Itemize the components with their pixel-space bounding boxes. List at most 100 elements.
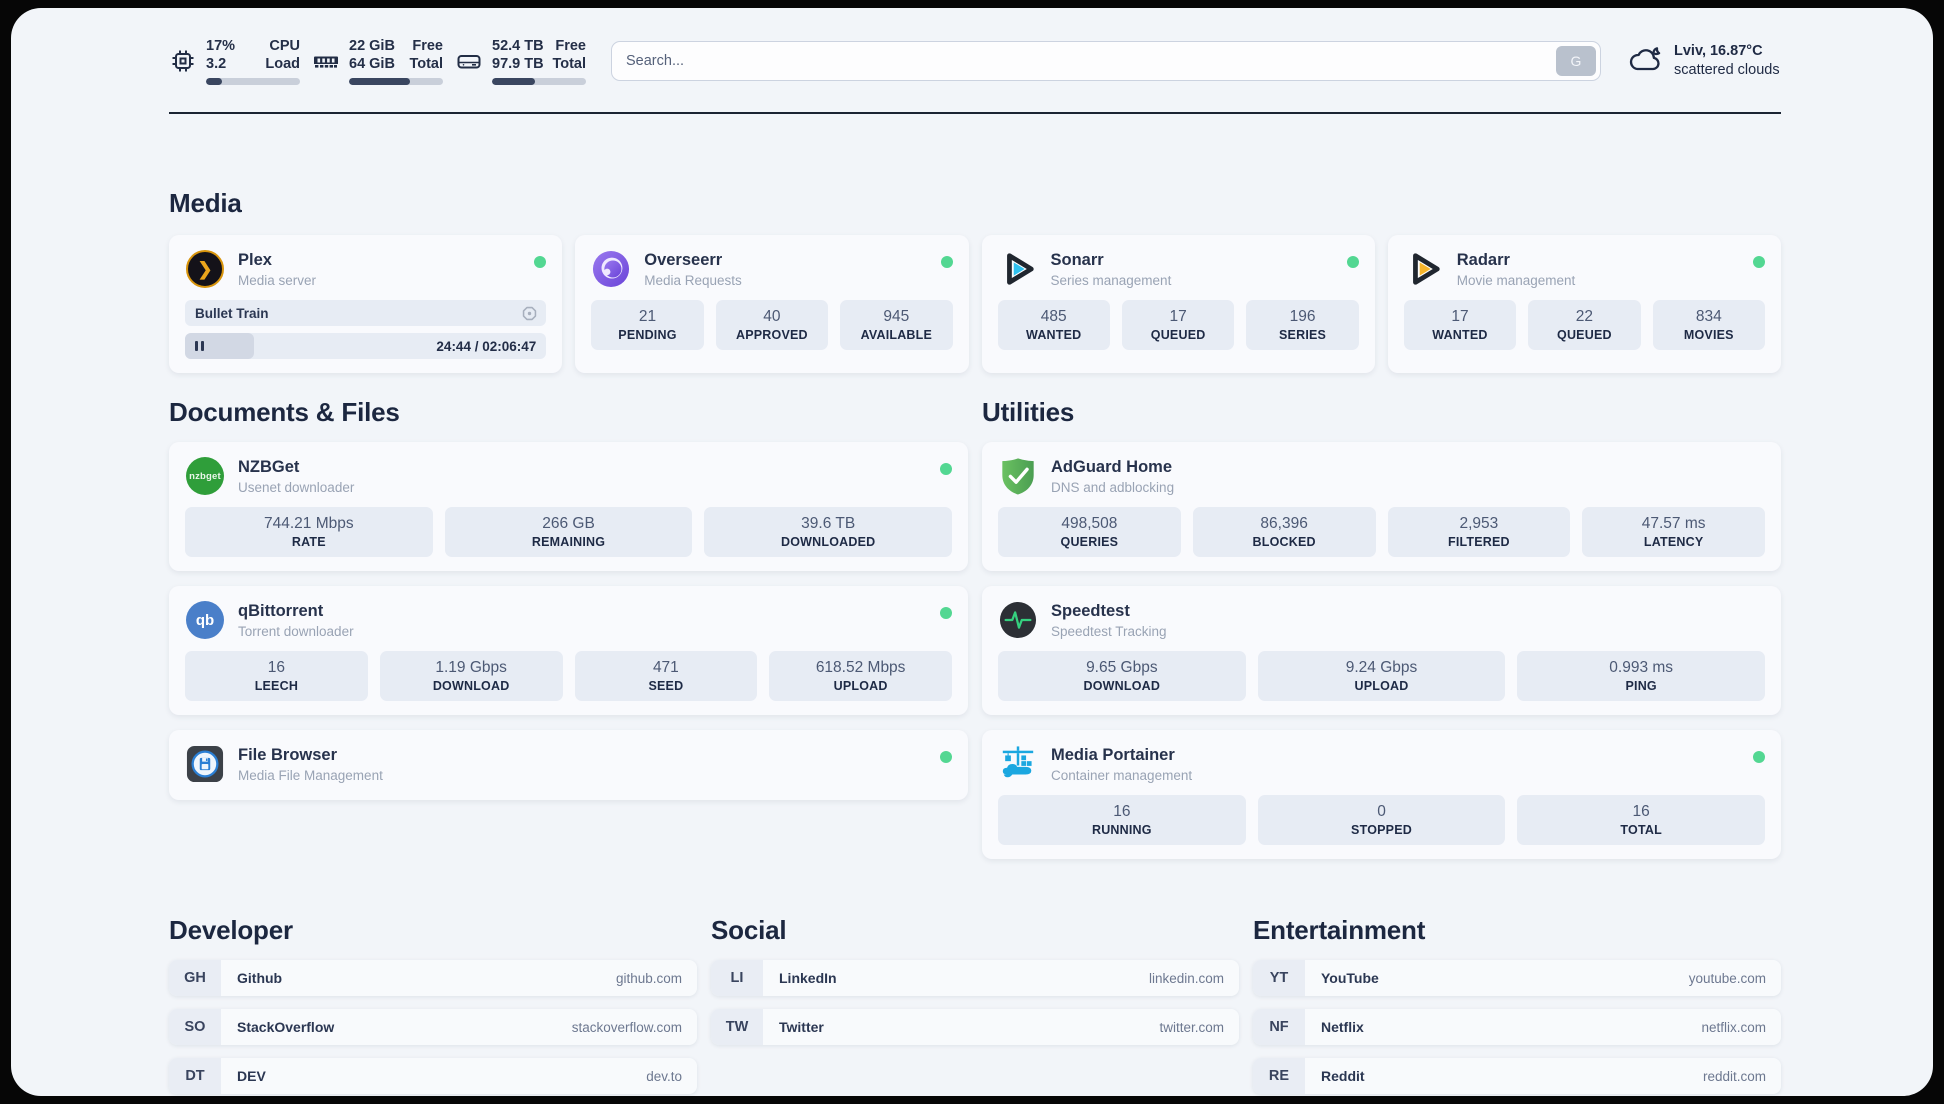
stat-tile: 16 TOTAL [1517,795,1766,845]
app-title: Overseerr [644,250,723,269]
bookmark-name: YouTube [1321,970,1379,986]
developer-column: Developer GH Github github.com SO StackO… [169,915,697,1094]
app-subtitle: Series management [1050,272,1172,288]
bookmark-abbr: DT [169,1058,221,1094]
app-title: File Browser [238,745,338,764]
bookmark-name: Netflix [1321,1019,1364,1035]
bookmark-linkedin[interactable]: LI LinkedIn linkedin.com [711,960,1239,996]
app-title: Radarr [1456,250,1510,269]
app-card-qbittorrent[interactable]: qb qBittorrent Torrent downloader 16 LEEC… [169,586,968,715]
stat-tile: 196 SERIES [1246,300,1359,350]
app-card-radarr[interactable]: Radarr Movie management 17 WANTED 22 QUEUE… [1387,235,1781,373]
bookmark-abbr: SO [169,1009,221,1045]
disk-progress-bar [492,78,586,85]
social-column: Social LI LinkedIn linkedin.com TW Twitt… [711,915,1239,1045]
weather-location-temp: Lviv, 16.87°C [1674,43,1763,59]
playback-progress-bar[interactable]: 24:44 / 02:06:47 [185,333,547,359]
status-dot [940,751,952,763]
memory-free-value: 22 GiB [349,38,395,54]
bookmark-reddit[interactable]: RE Reddit reddit.com [1253,1058,1781,1094]
cpu-progress-fill [206,78,222,85]
ram-icon [312,47,340,75]
stat-tile: 2,953 FILTERED [1387,507,1571,557]
app-card-plex[interactable]: ❯ Plex Media server Bullet Train 24:44 /… [169,235,563,373]
disk-total-value: 97.9 TB [492,56,544,72]
section-title-media: Media [169,188,242,218]
app-subtitle: Speedtest Tracking [1051,623,1167,639]
app-subtitle: Container management [1051,767,1193,783]
status-dot [940,256,953,268]
now-playing-bar: Bullet Train [185,300,547,326]
status-dot [1753,256,1765,268]
cpu-progress-bar [206,78,300,85]
stat-tile: 945 AVAILABLE [840,300,953,350]
app-subtitle: DNS and adblocking [1051,479,1175,495]
memory-total-label: Total [409,56,443,72]
memory-total-value: 64 GiB [349,56,395,72]
utilities-column: Utilities AdGuard Home DNS and adblockin… [982,397,1781,859]
stat-tile: 22 QUEUED [1528,300,1641,350]
documents-column: Documents & Files nzbget NZBGet Usenet d… [169,397,968,800]
bookmark-dev[interactable]: DT DEV dev.to [169,1058,697,1094]
search-input[interactable] [611,41,1601,81]
session-detail-button[interactable] [521,305,538,322]
top-bar: 17% 3.2 CPU Load 22 GiB 64 GiB Free Tota… [169,32,1781,90]
app-subtitle: Media server [238,272,317,288]
bookmark-netflix[interactable]: NF Netflix netflix.com [1253,1009,1781,1045]
disk-widget: 52.4 TB 97.9 TB Free Total [455,37,586,85]
bookmark-url: youtube.com [1688,970,1766,986]
bookmark-url: reddit.com [1702,1068,1766,1084]
bookmark-twitter[interactable]: TW Twitter twitter.com [711,1009,1239,1045]
app-title: Plex [238,250,272,269]
app-title: AdGuard Home [1051,457,1173,476]
stat-tile: 9.65 Gbps DOWNLOAD [998,651,1246,701]
dashboard-panel: 17% 3.2 CPU Load 22 GiB 64 GiB Free Tota… [11,8,1933,1096]
cpu-load-value: 3.2 [206,56,227,72]
section-title-documents: Documents & Files [169,397,400,427]
plex-icon: ❯ [185,249,225,289]
search-engine-button[interactable]: G [1556,46,1596,76]
stat-tile: 0.993 ms PING [1517,651,1766,701]
bookmark-name: DEV [237,1068,266,1084]
bookmark-url: twitter.com [1159,1019,1224,1035]
stat-tile: 16 LEECH [185,651,368,701]
playback-time: 24:44 / 02:06:47 [436,338,537,354]
app-subtitle: Media File Management [238,767,383,783]
entertainment-column: Entertainment YT YouTube youtube.com NF … [1253,915,1781,1094]
app-card-adguard[interactable]: AdGuard Home DNS and adblocking 498,508 Q… [982,442,1781,571]
header-divider [169,112,1781,114]
app-card-overseerr[interactable]: Overseerr Media Requests 21 PENDING 40 APP… [575,235,969,373]
speedtest-icon [998,600,1038,640]
search-bar: G [611,41,1601,81]
app-card-filebrowser[interactable]: File Browser Media File Management [169,730,968,800]
app-card-portainer[interactable]: Media Portainer Container management 16 R… [982,730,1781,859]
bookmark-abbr: LI [711,960,763,996]
bookmark-stackoverflow[interactable]: SO StackOverflow stackoverflow.com [169,1009,697,1045]
section-title-entertainment: Entertainment [1253,915,1426,945]
media-card-row: ❯ Plex Media server Bullet Train 24:44 /… [169,235,1781,373]
pause-icon[interactable] [195,341,204,351]
app-card-sonarr[interactable]: Sonarr Series management 485 WANTED 17 QUE… [981,235,1375,373]
status-dot [940,607,952,619]
app-title: Media Portainer [1051,745,1175,764]
bookmark-github[interactable]: GH Github github.com [169,960,697,996]
bookmark-youtube[interactable]: YT YouTube youtube.com [1253,960,1781,996]
app-title: qBittorrent [238,601,324,620]
section-title-developer: Developer [169,915,293,945]
stat-tile: 0 STOPPED [1257,795,1506,845]
bookmark-abbr: GH [169,960,221,996]
stat-tile: 47.57 ms LATENCY [1582,507,1765,557]
bookmark-abbr: NF [1253,1009,1305,1045]
hard-drive-icon [455,47,483,75]
weather-widget: Lviv, 16.87°C scattered clouds [1628,42,1780,80]
disk-free-value: 52.4 TB [492,38,544,54]
app-card-nzbget[interactable]: nzbget NZBGet Usenet downloader 744.21 M… [169,442,968,571]
app-title: Speedtest [1051,601,1130,620]
stat-tile: 834 MOVIES [1652,300,1766,350]
bookmark-name: Twitter [779,1019,824,1035]
cpu-widget: 17% 3.2 CPU Load [169,37,300,85]
bookmark-name: LinkedIn [779,970,837,986]
app-card-speedtest[interactable]: Speedtest Speedtest Tracking 9.65 Gbps DO… [982,586,1781,715]
stat-tile: 485 WANTED [997,300,1110,350]
nzbget-icon: nzbget [185,456,225,496]
